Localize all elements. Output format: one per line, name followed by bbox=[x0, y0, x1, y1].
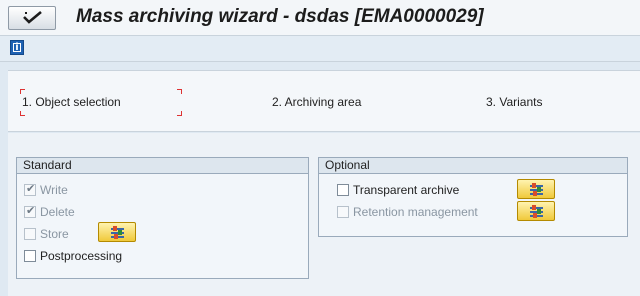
wizard-steps: 1. Object selection 2. Archiving area 3.… bbox=[8, 70, 640, 132]
retention-management-label: Retention management bbox=[353, 205, 478, 219]
step-object-selection[interactable]: 1. Object selection bbox=[22, 95, 121, 109]
menu-button[interactable] bbox=[8, 6, 56, 30]
retention-management-details-button[interactable] bbox=[517, 201, 555, 221]
settings-sliders-icon bbox=[111, 226, 124, 239]
check-icon: ✔ bbox=[26, 204, 36, 217]
store-details-button[interactable] bbox=[98, 222, 136, 242]
active-step-corner bbox=[20, 89, 25, 94]
retention-management-checkbox[interactable] bbox=[337, 206, 349, 218]
standard-group: Standard ✔ Write ✔ Delete Store Postproc… bbox=[16, 157, 309, 279]
transparent-archive-option: Transparent archive bbox=[337, 182, 497, 198]
window-title: Mass archiving wizard - dsdas [EMA000002… bbox=[76, 6, 484, 27]
step-variants[interactable]: 3. Variants bbox=[486, 95, 542, 109]
active-step-corner bbox=[177, 111, 182, 116]
info-icon[interactable]: i bbox=[10, 40, 24, 55]
settings-sliders-icon bbox=[530, 183, 543, 196]
postprocessing-option: Postprocessing bbox=[24, 248, 164, 264]
settings-sliders-icon bbox=[530, 205, 543, 218]
checkmark-menu-icon bbox=[23, 11, 42, 24]
store-checkbox[interactable] bbox=[24, 228, 36, 240]
postprocessing-checkbox[interactable] bbox=[24, 250, 36, 262]
transparent-archive-details-button[interactable] bbox=[517, 179, 555, 199]
transparent-archive-checkbox[interactable] bbox=[337, 184, 349, 196]
write-checkbox[interactable]: ✔ bbox=[24, 182, 36, 196]
write-label: Write bbox=[40, 183, 68, 197]
retention-management-option: Retention management bbox=[337, 204, 507, 220]
write-option: ✔ Write bbox=[24, 182, 144, 198]
title-bar: Mass archiving wizard - dsdas [EMA000002… bbox=[0, 0, 640, 36]
postprocessing-label: Postprocessing bbox=[40, 249, 123, 263]
store-label: Store bbox=[40, 227, 69, 241]
check-icon: ✔ bbox=[26, 182, 36, 195]
transparent-archive-label: Transparent archive bbox=[353, 183, 460, 197]
delete-label: Delete bbox=[40, 205, 75, 219]
step-archiving-area[interactable]: 2. Archiving area bbox=[272, 95, 361, 109]
main-content: Standard ✔ Write ✔ Delete Store Postproc… bbox=[8, 133, 640, 296]
active-step-corner bbox=[177, 89, 182, 94]
application-toolbar: i bbox=[0, 36, 640, 62]
delete-option: ✔ Delete bbox=[24, 204, 144, 220]
active-step-corner bbox=[20, 111, 25, 116]
optional-group-title: Optional bbox=[319, 158, 627, 174]
standard-group-title: Standard bbox=[17, 158, 308, 174]
optional-group: Optional Transparent archive Retention m… bbox=[318, 157, 628, 237]
delete-checkbox[interactable]: ✔ bbox=[24, 204, 36, 218]
